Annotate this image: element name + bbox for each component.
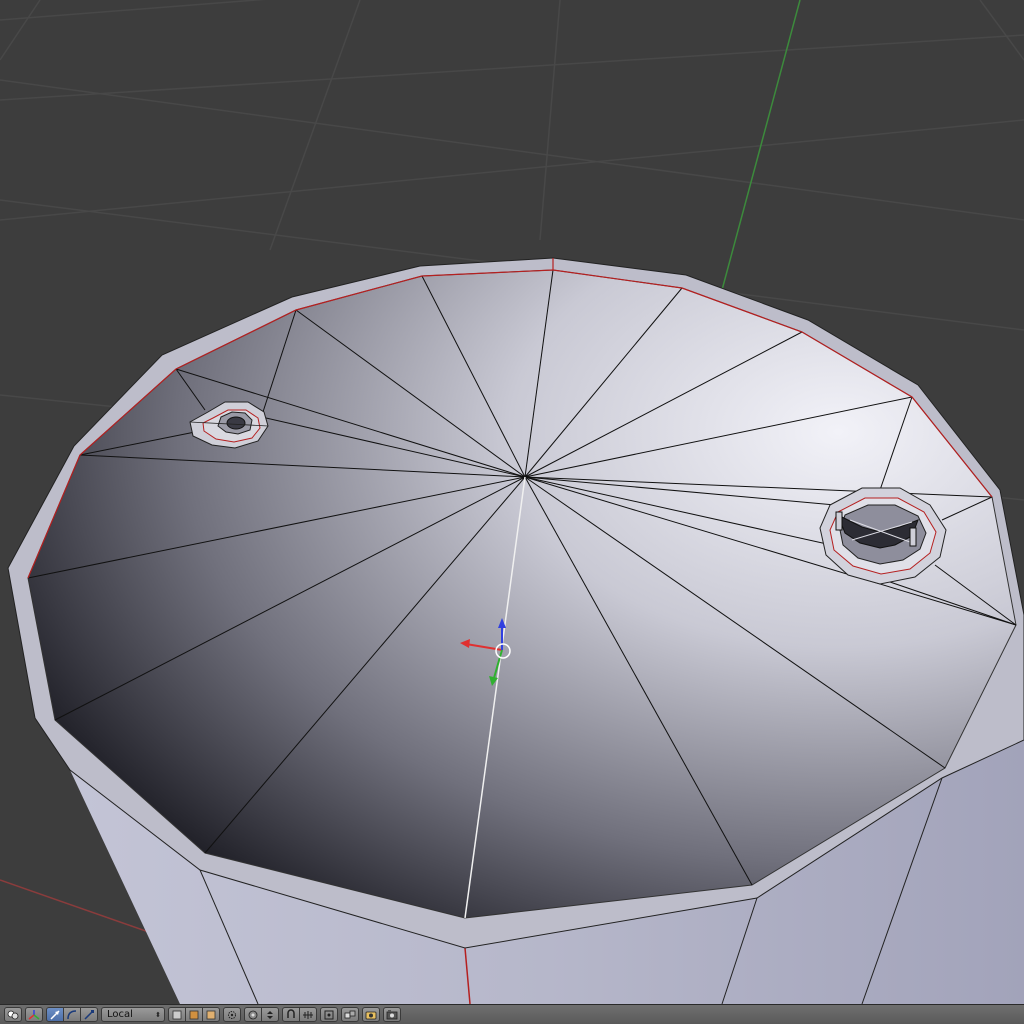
viewport-header-toolbar: Local ⬍: [0, 1004, 1024, 1024]
snap-icon: [287, 1008, 295, 1018]
pivot-icon: [228, 1010, 236, 1019]
mirror-button[interactable]: [341, 1007, 359, 1022]
snap-element-button[interactable]: [299, 1007, 317, 1022]
chevron-updown-icon: [267, 1010, 273, 1019]
translate-icon: [50, 1009, 60, 1020]
viewport-shading-icon: [7, 1010, 19, 1019]
select-arrows-icon: ⬍: [155, 1010, 161, 1019]
viewport-shading-button[interactable]: [4, 1007, 22, 1022]
layer-textured-button[interactable]: [185, 1007, 203, 1022]
proportional-edit-button[interactable]: [244, 1007, 262, 1022]
layer-solid-icon: [172, 1010, 182, 1019]
manipulator-toggle-button[interactable]: [25, 1007, 43, 1022]
transform-orientation-value: Local: [107, 1009, 133, 1020]
proportional-falloff-button[interactable]: [261, 1007, 279, 1022]
y-axis-line: [721, 0, 801, 291]
scale-button[interactable]: [80, 1007, 98, 1022]
translate-button[interactable]: [46, 1007, 64, 1022]
snap-element-icon: [303, 1010, 313, 1019]
layer-material-button[interactable]: [202, 1007, 220, 1022]
3d-viewport[interactable]: [0, 0, 1024, 1004]
pivot-button[interactable]: [223, 1007, 241, 1022]
snap-target-icon: [324, 1010, 334, 1019]
scale-icon: [84, 1009, 94, 1020]
snap-group: [282, 1007, 317, 1022]
layer-solid-button[interactable]: [168, 1007, 186, 1022]
rotate-button[interactable]: [63, 1007, 81, 1022]
render-image-button[interactable]: [383, 1007, 401, 1022]
layer-shading-group: [168, 1007, 220, 1022]
proportional-group: [244, 1007, 279, 1022]
snap-target-button[interactable]: [320, 1007, 338, 1022]
layer-textured-icon: [189, 1010, 199, 1019]
layer-material-icon: [206, 1010, 216, 1019]
mirror-icon: [344, 1010, 356, 1018]
overlay-icon: [365, 1011, 377, 1019]
rotate-icon: [67, 1009, 77, 1019]
manipulator-mode-group: [46, 1007, 98, 1022]
snap-button[interactable]: [282, 1007, 300, 1022]
overlay-button[interactable]: [362, 1007, 380, 1022]
proportional-edit-icon: [248, 1010, 258, 1019]
render-image-icon: [386, 1009, 398, 1019]
manipulator-toggle-icon: [28, 1009, 40, 1020]
transform-orientation-select[interactable]: Local ⬍: [101, 1007, 165, 1022]
